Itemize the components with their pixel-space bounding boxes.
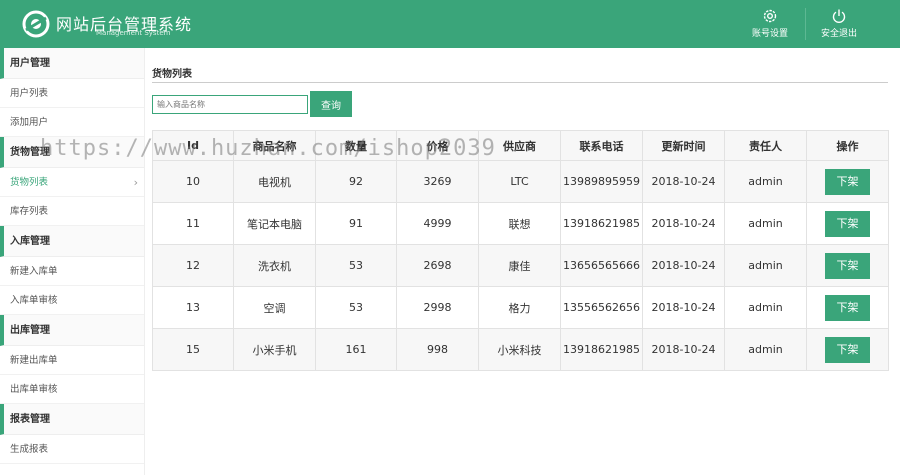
table-cell: 2018-10-24: [642, 202, 725, 245]
table-cell: 13656565666: [560, 244, 643, 287]
table-cell: 13989895959: [560, 160, 643, 203]
table-cell: admin: [724, 160, 807, 203]
sidebar: 用户管理 用户列表 添加用户 货物管理 货物列表 › 库存列表 入库管理 新建入…: [0, 48, 145, 475]
table-cell: 12: [152, 244, 234, 287]
logo-icon: [22, 10, 50, 38]
power-icon: [832, 9, 846, 23]
table-cell: 电视机: [233, 160, 316, 203]
sidebar-item-add-user[interactable]: 添加用户: [0, 108, 144, 137]
table-cell: 2998: [396, 286, 479, 329]
table-cell: 4999: [396, 202, 479, 245]
table-row: 15 小米手机 161 998 小米科技 13918621985 2018-10…: [152, 328, 889, 371]
table-cell: 小米科技: [478, 328, 561, 371]
table-cell: 笔记本电脑: [233, 202, 316, 245]
table-cell: 下架: [806, 286, 889, 329]
table-row: 10 电视机 92 3269 LTC 13989895959 2018-10-2…: [152, 160, 889, 203]
sidebar-item-label: 货物列表: [10, 177, 49, 188]
table-cell: admin: [724, 286, 807, 329]
table-cell: 53: [315, 286, 397, 329]
delist-button[interactable]: 下架: [825, 336, 870, 363]
logout-label: 安全退出: [820, 29, 857, 39]
table-cell: 53: [315, 244, 397, 287]
sidebar-section-inbound: 入库管理: [0, 226, 144, 257]
sidebar-item-outbound-review[interactable]: 出库单审核: [0, 375, 144, 404]
delist-button[interactable]: 下架: [825, 168, 870, 195]
column-header: 商品名称: [233, 130, 316, 161]
table-cell: 2018-10-24: [642, 286, 725, 329]
table-cell: admin: [724, 244, 807, 287]
table-cell: 161: [315, 328, 397, 371]
sidebar-item-stock-list[interactable]: 库存列表: [0, 197, 144, 226]
table-cell: 下架: [806, 328, 889, 371]
column-header: 供应商: [478, 130, 561, 161]
sidebar-section-goods: 货物管理: [0, 137, 144, 168]
table-cell: 下架: [806, 202, 889, 245]
table-cell: 11: [152, 202, 234, 245]
table-cell: 洗衣机: [233, 244, 316, 287]
table-header-row: Id 商品名称 数量 价格 供应商 联系电话 更新时间 责任人 操作: [152, 130, 889, 161]
column-header: Id: [152, 130, 234, 161]
column-header: 责任人: [724, 130, 807, 161]
table-cell: 空调: [233, 286, 316, 329]
table-cell: admin: [724, 328, 807, 371]
delist-button[interactable]: 下架: [825, 252, 870, 279]
top-header: 网站后台管理系统 Management System 账号设置 安全退出: [0, 0, 900, 48]
sidebar-item-generate-report[interactable]: 生成报表: [0, 435, 144, 464]
account-settings-label: 账号设置: [751, 29, 788, 39]
sidebar-section-reports: 报表管理: [0, 404, 144, 435]
column-header: 价格: [396, 130, 479, 161]
table-row: 12 洗衣机 53 2698 康佳 13656565666 2018-10-24…: [152, 244, 889, 287]
goods-table: Id 商品名称 数量 价格 供应商 联系电话 更新时间 责任人 操作 10 电视…: [152, 130, 889, 371]
column-header: 操作: [806, 130, 889, 161]
table-cell: 13556562656: [560, 286, 643, 329]
table-row: 13 空调 53 2998 格力 13556562656 2018-10-24 …: [152, 286, 889, 329]
table-cell: 13: [152, 286, 234, 329]
delist-button[interactable]: 下架: [825, 210, 870, 237]
table-cell: 2018-10-24: [642, 244, 725, 287]
app-subtitle: Management System: [96, 29, 171, 37]
table-cell: 康佳: [478, 244, 561, 287]
sidebar-item-goods-list[interactable]: 货物列表 ›: [0, 168, 144, 197]
table-cell: 联想: [478, 202, 561, 245]
table-cell: 998: [396, 328, 479, 371]
table-cell: 小米手机: [233, 328, 316, 371]
column-header: 联系电话: [560, 130, 643, 161]
table-cell: admin: [724, 202, 807, 245]
table-cell: 2018-10-24: [642, 160, 725, 203]
table-cell: 13918621985: [560, 202, 643, 245]
sidebar-item-user-list[interactable]: 用户列表: [0, 79, 144, 108]
page-title: 货物列表: [152, 69, 192, 80]
table-cell: 下架: [806, 160, 889, 203]
table-cell: 格力: [478, 286, 561, 329]
delist-button[interactable]: 下架: [825, 294, 870, 321]
logout-button[interactable]: 安全退出: [809, 8, 869, 42]
gear-icon: [763, 9, 777, 23]
table-cell: 92: [315, 160, 397, 203]
sidebar-section-users: 用户管理: [0, 48, 144, 79]
search-input[interactable]: [152, 95, 308, 114]
table-cell: 91: [315, 202, 397, 245]
table-cell: 2018-10-24: [642, 328, 725, 371]
table-cell: LTC: [478, 160, 561, 203]
chevron-right-icon: ›: [133, 176, 138, 189]
table-cell: 15: [152, 328, 234, 371]
table-cell: 10: [152, 160, 234, 203]
table-cell: 下架: [806, 244, 889, 287]
column-header: 更新时间: [642, 130, 725, 161]
header-divider: [805, 8, 806, 40]
sidebar-item-inbound-review[interactable]: 入库单审核: [0, 286, 144, 315]
sidebar-section-outbound: 出库管理: [0, 315, 144, 346]
sidebar-item-new-outbound[interactable]: 新建出库单: [0, 346, 144, 375]
table-cell: 13918621985: [560, 328, 643, 371]
sidebar-item-new-inbound[interactable]: 新建入库单: [0, 257, 144, 286]
account-settings-button[interactable]: 账号设置: [740, 8, 800, 42]
table-cell: 2698: [396, 244, 479, 287]
column-header: 数量: [315, 130, 397, 161]
table-row: 11 笔记本电脑 91 4999 联想 13918621985 2018-10-…: [152, 202, 889, 245]
table-cell: 3269: [396, 160, 479, 203]
title-divider: [152, 82, 888, 83]
search-button[interactable]: 查询: [310, 91, 352, 117]
